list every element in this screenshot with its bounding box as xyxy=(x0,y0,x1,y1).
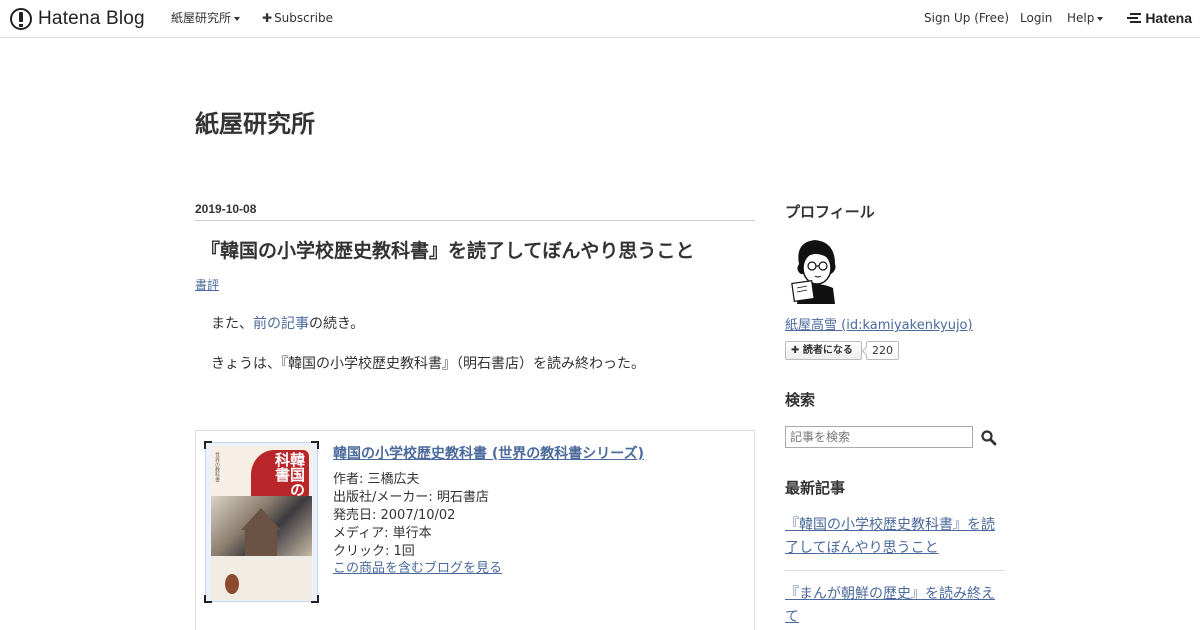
login-link[interactable]: Login xyxy=(1020,0,1052,36)
profile-avatar[interactable] xyxy=(785,234,845,306)
search-heading: 検索 xyxy=(785,391,816,409)
cover-artifact xyxy=(225,574,239,594)
signup-link[interactable]: Sign Up (Free) xyxy=(924,0,1009,36)
product-blogs-link[interactable]: この商品を含むブログを見る xyxy=(333,557,502,576)
help-menu[interactable]: Help xyxy=(1067,0,1104,36)
subscribe-link[interactable]: ✚ Subscribe xyxy=(262,0,333,36)
hatena-stripes-icon xyxy=(1127,12,1142,24)
help-label: Help xyxy=(1067,11,1095,25)
recent-entries-list: 『韓国の小学校歴史教科書』を読了してぼんやり思うこと 『まんが朝鮮の歴史』を読み… xyxy=(785,512,1005,630)
product-release-date: 発売日: 2007/10/02 xyxy=(333,508,456,523)
p1-suffix: の続き。 xyxy=(309,316,365,332)
subscribe-button-label: 読者になる xyxy=(802,345,853,356)
hatena-logo-icon xyxy=(10,8,32,30)
subscribe-button[interactable]: ✚ 読者になる xyxy=(785,341,862,360)
subscribe-label: Subscribe xyxy=(274,11,334,25)
blog-menu[interactable]: 紙屋研究所 xyxy=(171,0,241,36)
blog-title[interactable]: 紙屋研究所 xyxy=(195,104,315,139)
entry-title[interactable]: 『韓国の小学校歴史教科書』を読了してぼんやり思うこと xyxy=(201,236,694,263)
recent-entry-link[interactable]: 『まんが朝鮮の歴史』を読み終えて xyxy=(785,581,1005,630)
entry-paragraph-2: きょうは、『韓国の小学校歴史教科書』（明石書店）を読み終わった。 xyxy=(211,356,645,372)
product-author: 作者: 三橋広夫 xyxy=(333,472,420,487)
profile-name-link[interactable]: 紙屋高雪 (id:kamiyakenkyujo) xyxy=(785,314,973,333)
search-input[interactable] xyxy=(785,426,973,448)
hatena-blog-logo[interactable]: Hatena Blog xyxy=(10,7,145,31)
magnifier-icon[interactable] xyxy=(980,429,998,447)
p1-prefix: また、 xyxy=(211,316,253,332)
entry-date[interactable]: 2019-10-08 xyxy=(195,202,755,221)
caret-down-icon xyxy=(234,16,241,21)
book-cover-image[interactable]: 世界の教科書 韓国の小学校歴史教科書 xyxy=(204,441,319,603)
cover-series-text: 世界の教科書 xyxy=(214,452,220,482)
product-media: メディア: 単行本 xyxy=(333,526,432,541)
plus-icon: ✚ xyxy=(262,11,273,25)
previous-article-link[interactable]: 前の記事 xyxy=(253,316,309,332)
crop-corner-icon xyxy=(311,441,319,449)
logo-text: Hatena Blog xyxy=(38,8,145,29)
product-title-link[interactable]: 韓国の小学校歴史教科書 (世界の教科書シリーズ) xyxy=(333,443,644,463)
crop-corner-icon xyxy=(204,441,212,449)
global-header: Hatena Blog 紙屋研究所 ✚ Subscribe Sign Up (Fr… xyxy=(0,0,1200,38)
hatena-logo-text: Hatena xyxy=(1145,10,1192,26)
blog-menu-label: 紙屋研究所 xyxy=(171,11,232,25)
recent-entry-link[interactable]: 『韓国の小学校歴史教科書』を読了してぼんやり思うこと xyxy=(785,512,1005,571)
book-cover: 世界の教科書 韓国の小学校歴史教科書 xyxy=(211,446,312,600)
entry-paragraph-1: また、前の記事の続き。 xyxy=(211,313,364,333)
product-embed: 世界の教科書 韓国の小学校歴史教科書 韓国の小学校歴史教科書 (世界の教科書シリ… xyxy=(195,430,755,630)
product-publisher: 出版社/メーカー: 明石書店 xyxy=(333,490,489,505)
profile-heading: プロフィール xyxy=(785,203,875,221)
plus-icon: ✚ xyxy=(791,345,800,356)
recent-heading: 最新記事 xyxy=(785,479,846,497)
caret-down-icon xyxy=(1097,16,1104,21)
entry-category-link[interactable]: 書評 xyxy=(195,276,219,293)
crop-corner-icon xyxy=(311,595,319,603)
crop-corner-icon xyxy=(204,595,212,603)
hatena-link[interactable]: Hatena xyxy=(1127,9,1192,27)
subscriber-count[interactable]: 220 xyxy=(866,341,899,360)
